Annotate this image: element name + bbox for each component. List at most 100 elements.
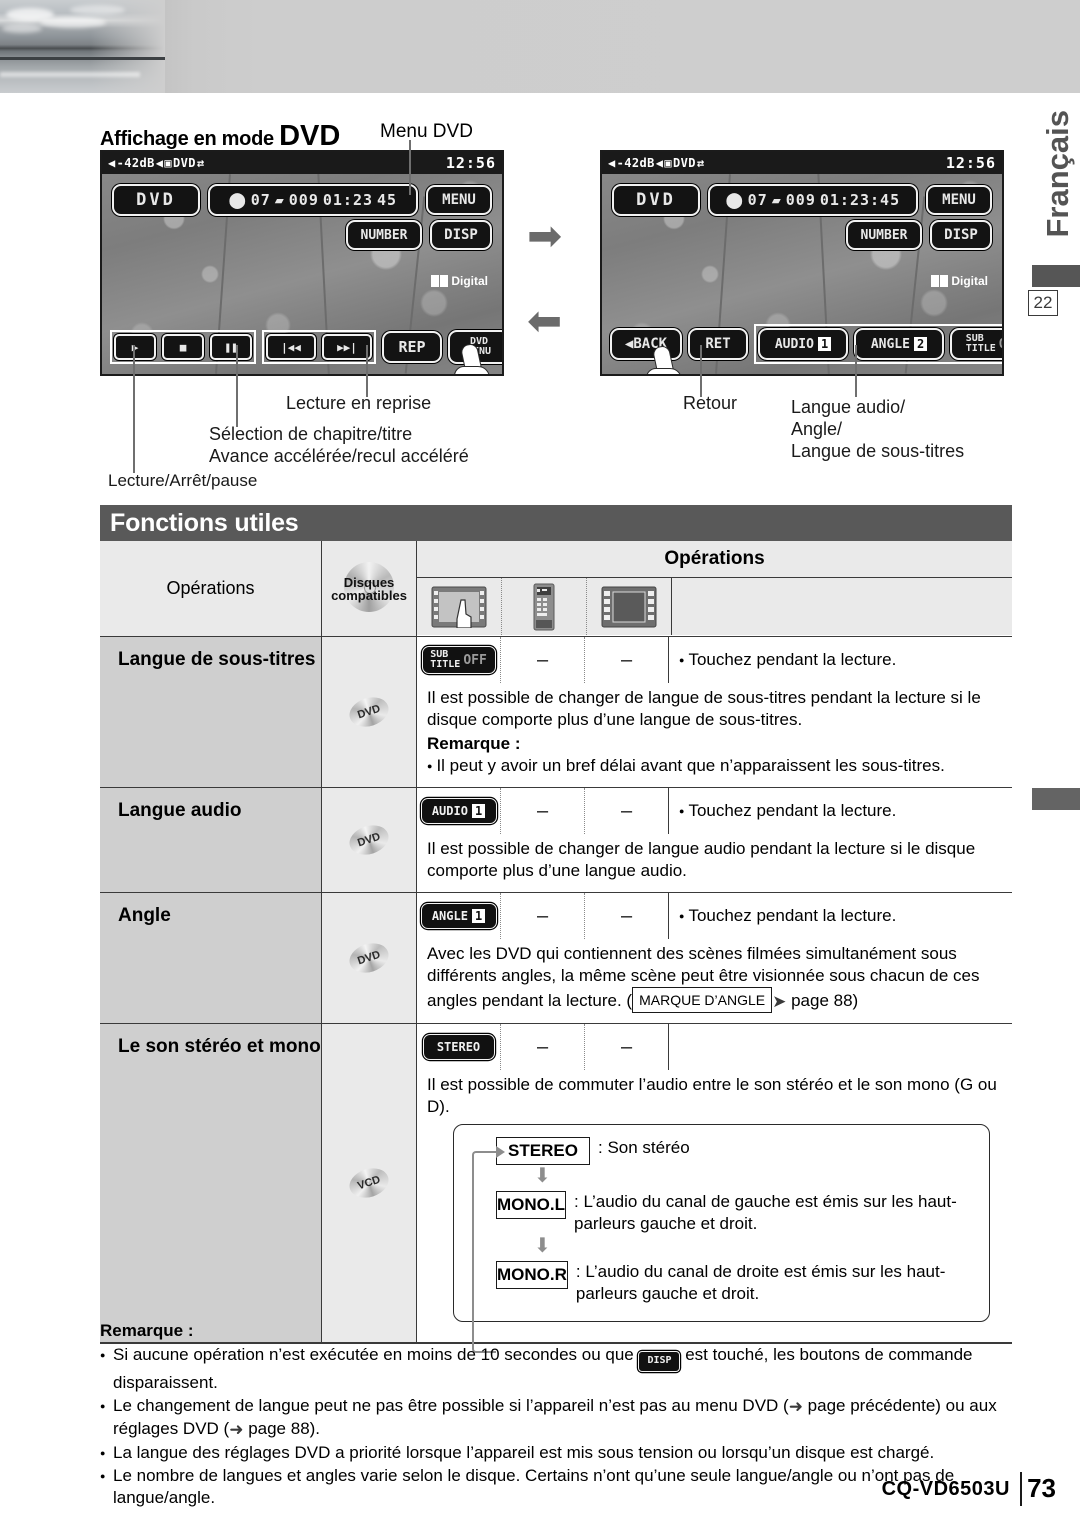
header-discs: Disques compatibles (322, 541, 417, 636)
caption-chapter-select: Sélection de chapitre/titre (209, 424, 413, 444)
menu-button-2[interactable]: MENU (926, 185, 992, 215)
time-value-2: 01:23:45 (819, 191, 901, 209)
audio-mini-button[interactable]: AUDIO 1 (420, 798, 497, 824)
ops-note: Touchez pendant la lecture. (669, 637, 1012, 683)
remark-item: Le nombre de langues et angles varie sel… (100, 1465, 1012, 1509)
speaker-icon: ◀ (655, 156, 664, 170)
chapter-value-2: 07 (747, 191, 768, 209)
playback-info-display-2: ⬤ 07 ▰ 009 01:23:45 (708, 184, 918, 216)
ops-body: Avec les DVD qui contiennent des scènes … (417, 939, 1012, 1023)
ops-cell-display: – (585, 1024, 669, 1070)
status-source: DVD (173, 156, 196, 170)
time-value: 01:23 (322, 191, 374, 209)
table-row: Langue audio DVD AUDIO 1 – – Touchez pen… (100, 788, 1012, 893)
discs-line1: Disques (343, 574, 395, 590)
transport-group-skip: |◀◀ ▶▶| (262, 330, 376, 364)
source-button[interactable]: DVD (112, 184, 200, 216)
audio-number: 1 (817, 337, 832, 351)
remark-text-2c: page 88). (243, 1418, 321, 1438)
label-menu-dvd: Menu DVD (380, 121, 473, 142)
ops-cell-remote: – (501, 893, 585, 939)
ops-body-text-2: page 88) (786, 991, 859, 1010)
row-title-cell: Angle (100, 893, 322, 1023)
menu-button[interactable]: MENU (426, 185, 492, 215)
status-volume: -42dB (116, 156, 155, 170)
pointing-hand-icon (454, 342, 490, 374)
angle-number: 2 (913, 337, 928, 351)
volume-icon: ◀ (608, 156, 616, 170)
disp-button-2[interactable]: DISP (930, 220, 992, 250)
remark-text-2a: Le changement de langue peut ne pas être… (113, 1395, 789, 1415)
row-title-cell: Langue de sous-titres (100, 637, 322, 787)
caption-repeat: Lecture en reprise (286, 393, 432, 413)
leader-menu-dvd (409, 140, 411, 195)
page-title-dvd: DVD (279, 120, 341, 152)
language-side-tab: Français 22 (1020, 110, 1080, 410)
page-banner (0, 0, 1080, 93)
status-source-2: DVD (673, 156, 696, 170)
next-icon[interactable]: ▶▶| (322, 334, 372, 360)
rep-button[interactable]: REP (382, 331, 442, 363)
dvd-disc-label: DVD (356, 830, 382, 850)
audio-language-button[interactable]: AUDIO 1 (758, 328, 848, 360)
stereo-mini-button[interactable]: STEREO (422, 1034, 495, 1060)
dolby-label-2: Digital (951, 274, 988, 288)
prev-icon[interactable]: |◀◀ (266, 334, 316, 360)
side-section-mark (1032, 788, 1080, 810)
play-icon[interactable]: ▶ (114, 334, 156, 360)
ops-cell-touchscreen: ANGLE 1 (417, 893, 501, 939)
sub-line2: TITLE (965, 343, 996, 354)
transport-group-playback: ▶ ■ ❚❚ (110, 330, 256, 364)
leader-chapter (236, 345, 238, 427)
angle-mini-number: 1 (471, 909, 486, 923)
row-title: Langue audio (118, 800, 242, 821)
screen-status-bar-2: ◀ -42dB ◀ ▣ DVD ⇄ 12:56 (602, 152, 1002, 174)
row-disc-cell: DVD (322, 637, 417, 787)
arrow-right-icon: ➜ (229, 1419, 244, 1439)
disp-button[interactable]: DISP (430, 220, 492, 250)
ops-body-text: Il est possible de changer de langue aud… (427, 839, 976, 880)
source-button-2[interactable]: DVD (612, 184, 700, 216)
section-band: Fonctions utiles (100, 505, 1012, 541)
leader-audio-angle (855, 345, 857, 397)
dvd-disc-label: DVD (356, 948, 382, 968)
chapter-icon: ⬤ (228, 191, 247, 209)
row-disc-cell: DVD (322, 893, 417, 1023)
angle-mini-button[interactable]: ANGLE 1 (420, 903, 497, 929)
pointing-hand-icon-2 (646, 344, 682, 374)
arrow-right-icon: ➡ (527, 212, 563, 259)
ops-body-text: Il est possible de changer de langue de … (427, 688, 981, 729)
stop-icon[interactable]: ■ (162, 334, 204, 360)
dvd-screen-functions[interactable]: ◀ -42dB ◀ ▣ DVD ⇄ 12:56 DVD ⬤ 07 ▰ 009 01:… (600, 150, 1004, 376)
caption-retour: Retour (683, 393, 738, 413)
header-operations: Opérations (100, 541, 322, 636)
number-button-2[interactable]: NUMBER (846, 220, 922, 250)
disp-chip-icon: DISP (638, 1350, 681, 1372)
angle-button[interactable]: ANGLE 2 (854, 328, 944, 360)
row-title-cell: Le son stéréo et mono (100, 1024, 322, 1342)
screen-status-bar: ◀ -42dB ◀ ▣ DVD ⇄ 12:56 (102, 152, 502, 174)
ret-button[interactable]: RET (688, 328, 748, 360)
pause-icon[interactable]: ❚❚ (210, 334, 252, 360)
audio-mini-label: AUDIO (431, 804, 468, 818)
ops-note-text: Touchez pendant la lecture. (679, 650, 896, 670)
model-number: CQ-VD6503U (881, 1478, 1010, 1500)
subtitle-mini-button[interactable]: SUB TITLE OFF (421, 646, 496, 674)
language-tab-label: Français (1040, 110, 1075, 238)
number-button[interactable]: NUMBER (346, 220, 422, 250)
dvd-screen-playback[interactable]: ◀ -42dB ◀ ▣ DVD ⇄ 12:56 DVD ⬤ 07 ▰ 009 01:… (100, 150, 504, 376)
vcd-disc-icon: VCD (345, 1163, 393, 1203)
row-title: Angle (118, 905, 171, 926)
audio-label: AUDIO (774, 336, 814, 352)
caption-angle: Angle/ (791, 419, 843, 439)
dvd-disc-icon: DVD (345, 692, 393, 732)
subtitle-button[interactable]: SUB TITLE OFF (950, 328, 1002, 360)
flow-label-stereo: STEREO (496, 1137, 590, 1165)
caption-play-stop-pause: Lecture/Arrêt/pause (108, 471, 258, 490)
side-tab-bar (1032, 265, 1080, 287)
footer-divider (1020, 1472, 1022, 1506)
angle-label: ANGLE (870, 336, 910, 352)
dolby-digital-logo-2: Digital (931, 274, 988, 288)
ops-body: Il est possible de changer de langue de … (417, 683, 1012, 787)
remarks-title: Remarque : (100, 1321, 194, 1340)
